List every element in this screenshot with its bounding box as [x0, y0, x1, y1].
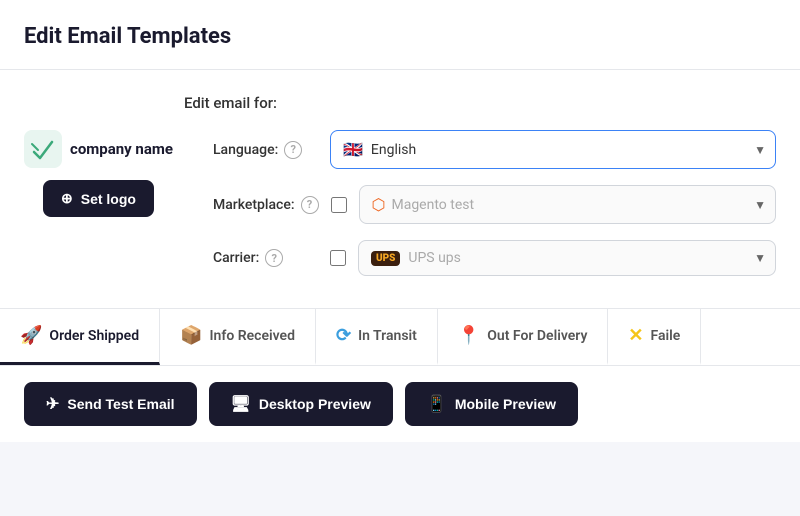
- tab-in-transit[interactable]: ⟳ In Transit: [316, 309, 438, 365]
- language-label: Language: ?: [213, 141, 318, 159]
- marketplace-placeholder: Magento test: [391, 197, 474, 213]
- tabs-section: 🚀 Order Shipped 📦 Info Received ⟳ In Tra…: [0, 309, 800, 366]
- language-value: English: [371, 142, 416, 158]
- tab-failed[interactable]: ✕ Faile: [608, 309, 701, 365]
- footer-section: ✈ Send Test Email 🖥 Desktop Preview 📱 Mo…: [0, 366, 800, 442]
- marketplace-label: Marketplace: ?: [213, 196, 319, 214]
- carrier-checkbox[interactable]: [330, 250, 346, 266]
- main-content: Edit email for: company name ⊕ Set logo: [0, 70, 800, 309]
- carrier-select-wrapper: UPS UPS ups ▼: [358, 240, 776, 276]
- logo-section: company name ⊕ Set logo: [24, 130, 173, 217]
- page-title: Edit Email Templates: [24, 24, 776, 49]
- tab-failed-label: Faile: [651, 328, 681, 344]
- marketplace-row: Marketplace: ? ⬡ Magento test ▼: [213, 185, 776, 224]
- desktop-icon: 🖥: [231, 394, 251, 414]
- tab-info-received-icon: 📦: [180, 325, 202, 346]
- tab-in-transit-icon: ⟳: [336, 325, 351, 346]
- set-logo-icon: ⊕: [61, 190, 73, 207]
- company-logo-icon: [24, 130, 62, 168]
- page-header: Edit Email Templates: [0, 0, 800, 70]
- tab-out-for-delivery[interactable]: 📍 Out For Delivery: [438, 309, 609, 365]
- language-row: Language: ? 🇬🇧 English ▼: [213, 130, 776, 169]
- carrier-label: Carrier: ?: [213, 249, 318, 267]
- magento-icon: ⬡: [372, 195, 386, 214]
- marketplace-select-wrapper: ⬡ Magento test ▼: [359, 185, 776, 224]
- carrier-row: Carrier: ? UPS UPS ups ▼: [213, 240, 776, 276]
- desktop-preview-button[interactable]: 🖥 Desktop Preview: [209, 382, 393, 426]
- form-area: company name ⊕ Set logo Language: ? 🇬🇧 E…: [24, 130, 776, 276]
- language-select-wrapper: 🇬🇧 English ▼: [330, 130, 776, 169]
- flag-uk-icon: 🇬🇧: [343, 140, 363, 159]
- tab-order-shipped[interactable]: 🚀 Order Shipped: [0, 309, 160, 365]
- marketplace-select[interactable]: ⬡ Magento test: [359, 185, 776, 224]
- mobile-icon: 📱: [427, 394, 447, 414]
- set-logo-button[interactable]: ⊕ Set logo: [43, 180, 154, 217]
- fields-section: Language: ? 🇬🇧 English ▼ Marketplace: ?: [213, 130, 776, 276]
- send-test-email-label: Send Test Email: [67, 396, 174, 412]
- edit-label: Edit email for:: [184, 94, 776, 112]
- send-email-icon: ✈: [46, 394, 59, 414]
- language-select[interactable]: 🇬🇧 English: [330, 130, 776, 169]
- language-help-icon[interactable]: ?: [284, 141, 302, 159]
- mobile-preview-button[interactable]: 📱 Mobile Preview: [405, 382, 578, 426]
- company-logo: company name: [24, 130, 173, 168]
- tab-out-delivery-label: Out For Delivery: [487, 328, 587, 344]
- set-logo-label: Set logo: [81, 191, 136, 207]
- marketplace-checkbox[interactable]: [331, 197, 347, 213]
- tab-order-shipped-icon: 🚀: [20, 325, 42, 346]
- tab-out-delivery-icon: 📍: [458, 325, 480, 346]
- tab-info-received-label: Info Received: [210, 328, 295, 344]
- tab-order-shipped-label: Order Shipped: [49, 328, 139, 344]
- tab-in-transit-label: In Transit: [358, 328, 417, 344]
- marketplace-help-icon[interactable]: ?: [301, 196, 319, 214]
- mobile-preview-label: Mobile Preview: [455, 396, 556, 412]
- company-name: company name: [70, 140, 173, 158]
- desktop-preview-label: Desktop Preview: [259, 396, 371, 412]
- carrier-select[interactable]: UPS UPS ups: [358, 240, 776, 276]
- ups-icon: UPS: [371, 251, 400, 266]
- carrier-value: UPS ups: [408, 250, 461, 266]
- carrier-help-icon[interactable]: ?: [265, 249, 283, 267]
- tab-info-received[interactable]: 📦 Info Received: [160, 309, 316, 365]
- send-test-email-button[interactable]: ✈ Send Test Email: [24, 382, 197, 426]
- tab-failed-icon: ✕: [628, 325, 643, 346]
